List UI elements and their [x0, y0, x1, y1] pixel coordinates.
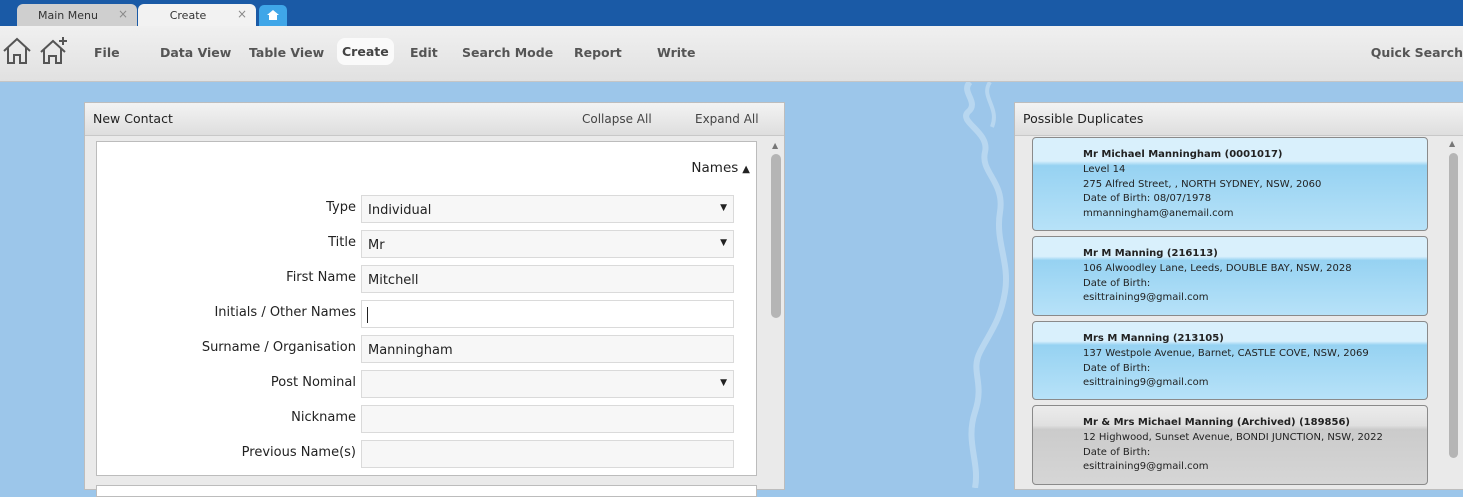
close-icon[interactable]: ×: [118, 7, 128, 21]
form-row-previous-names: Previous Name(s): [97, 440, 756, 470]
duplicate-line: 137 Westpole Avenue, Barnet, CASTLE COVE…: [1083, 347, 1369, 359]
quick-search[interactable]: Quick Search: [1371, 45, 1463, 60]
duplicate-line: mmanningham@anemail.com: [1083, 208, 1234, 220]
duplicate-line: Date of Birth:: [1083, 277, 1151, 289]
duplicate-line: esittraining9@gmail.com: [1083, 377, 1209, 389]
previous-names-input[interactable]: [361, 440, 734, 468]
duplicate-line: 12 Highwood, Sunset Avenue, BONDI JUNCTI…: [1083, 431, 1383, 443]
duplicate-line: Date of Birth:: [1083, 362, 1151, 374]
panel-title: New Contact: [93, 111, 173, 126]
surname-input[interactable]: Manningham: [361, 335, 734, 363]
panel-title: Possible Duplicates: [1023, 111, 1144, 126]
form-row-title: Title Mr ▼: [97, 230, 756, 260]
form-row-initials: Initials / Other Names: [97, 300, 756, 330]
panel-header: Possible Duplicates: [1015, 103, 1463, 136]
post-nominal-select[interactable]: ▼: [361, 370, 734, 398]
menu-create[interactable]: Create: [337, 38, 394, 65]
field-label: Title: [328, 235, 356, 250]
home-tab[interactable]: [259, 5, 287, 26]
duplicate-card-archived[interactable]: Mr & Mrs Michael Manning (Archived) (189…: [1032, 405, 1428, 485]
tab-create[interactable]: Create ×: [138, 4, 256, 26]
first-name-input[interactable]: Mitchell: [361, 265, 734, 293]
menu-bar: File Data View Table View Create Edit Se…: [0, 26, 1463, 82]
tab-bar: Main Menu × Create ×: [0, 0, 1463, 26]
home-tab-icon: [267, 10, 279, 20]
form-row-surname: Surname / Organisation Manningham: [97, 335, 756, 365]
duplicate-text: Mrs M Manning (213105) 137 Westpole Aven…: [1083, 332, 1369, 391]
field-label: Initials / Other Names: [214, 305, 356, 320]
section-title: Names: [691, 160, 739, 176]
next-section: [96, 485, 757, 497]
chevron-up-icon: ▲: [742, 164, 750, 175]
duplicate-line: Level 14: [1083, 163, 1126, 175]
title-select[interactable]: Mr ▼: [361, 230, 734, 258]
close-icon[interactable]: ×: [237, 7, 247, 21]
form-row-nickname: Nickname: [97, 405, 756, 435]
duplicate-card[interactable]: Mrs M Manning (213105) 137 Westpole Aven…: [1032, 321, 1428, 400]
menu-data-view[interactable]: Data View: [160, 45, 231, 60]
field-label: Nickname: [291, 410, 356, 425]
duplicate-text: Mr M Manning (216113) 106 Alwoodley Lane…: [1083, 247, 1352, 306]
collapse-all-button[interactable]: Collapse All: [582, 112, 652, 126]
new-contact-panel: New Contact Collapse All Expand All Name…: [84, 102, 785, 497]
panel-header: New Contact Collapse All Expand All: [85, 103, 784, 136]
duplicate-name: Mr M Manning (216113): [1083, 248, 1218, 259]
duplicate-line: esittraining9@gmail.com: [1083, 292, 1209, 304]
duplicate-line: Date of Birth:: [1083, 446, 1151, 458]
form-row-post-nominal: Post Nominal ▼: [97, 370, 756, 400]
dropdown-arrow-icon: ▼: [720, 378, 727, 388]
dropdown-arrow-icon: ▼: [720, 238, 727, 248]
form-row-first-name: First Name Mitchell: [97, 265, 756, 295]
duplicate-card[interactable]: Mr M Manning (216113) 106 Alwoodley Lane…: [1032, 236, 1428, 316]
field-value: Mitchell: [368, 273, 419, 288]
menu-write[interactable]: Write: [657, 45, 695, 60]
scrollbar-thumb[interactable]: [771, 154, 781, 318]
background-decoration: [963, 82, 1009, 488]
field-value: Individual: [368, 203, 432, 218]
names-section: Names ▲ Type Individual ▼ Title Mr ▼ Firs…: [96, 141, 757, 476]
field-label: Post Nominal: [270, 375, 356, 390]
duplicate-line: 106 Alwoodley Lane, Leeds, DOUBLE BAY, N…: [1083, 262, 1352, 274]
home-icon[interactable]: [2, 37, 32, 65]
duplicates-scrollbar[interactable]: ▲: [1447, 139, 1458, 489]
field-label: First Name: [286, 270, 356, 285]
menu-report[interactable]: Report: [574, 45, 622, 60]
scroll-up-icon[interactable]: ▲: [1449, 139, 1455, 148]
duplicate-name: Mrs M Manning (213105): [1083, 333, 1224, 344]
form-scrollbar[interactable]: ▲: [771, 141, 781, 489]
tab-main-menu[interactable]: Main Menu ×: [17, 4, 137, 26]
field-label: Surname / Organisation: [201, 340, 356, 355]
duplicate-line: 275 Alfred Street, , NORTH SYDNEY, NSW, …: [1083, 178, 1322, 190]
scrollbar-thumb[interactable]: [1449, 153, 1458, 458]
add-home-icon[interactable]: [39, 37, 69, 65]
duplicate-name: Mr Michael Manningham (0001017): [1083, 149, 1283, 160]
menu-table-view[interactable]: Table View: [249, 45, 324, 60]
duplicate-line: esittraining9@gmail.com: [1083, 461, 1209, 473]
menu-edit[interactable]: Edit: [410, 45, 438, 60]
type-select[interactable]: Individual ▼: [361, 195, 734, 223]
dropdown-arrow-icon: ▼: [720, 203, 727, 213]
nickname-input[interactable]: [361, 405, 734, 433]
field-label: Type: [326, 200, 356, 215]
home-icons: [2, 37, 72, 69]
form-row-type: Type Individual ▼: [97, 195, 756, 225]
tab-label: Main Menu: [38, 9, 98, 22]
duplicate-line: Date of Birth: 08/07/1978: [1083, 193, 1212, 205]
initials-input[interactable]: [361, 300, 734, 328]
scroll-up-icon[interactable]: ▲: [772, 141, 778, 150]
menu-file[interactable]: File: [94, 45, 120, 60]
duplicate-card[interactable]: Mr Michael Manningham (0001017) Level 14…: [1032, 137, 1428, 231]
section-toggle-names[interactable]: Names ▲: [691, 160, 750, 176]
duplicate-name: Mr & Mrs Michael Manning (Archived) (189…: [1083, 417, 1350, 428]
field-label: Previous Name(s): [241, 445, 356, 460]
field-value: Manningham: [368, 343, 453, 358]
possible-duplicates-panel: Possible Duplicates Mr Michael Manningha…: [1014, 102, 1463, 490]
duplicate-text: Mr Michael Manningham (0001017) Level 14…: [1083, 148, 1321, 222]
menu-search-mode[interactable]: Search Mode: [462, 45, 553, 60]
field-value: Mr: [368, 238, 385, 253]
text-cursor: [367, 307, 368, 323]
tab-label: Create: [169, 9, 207, 22]
duplicate-text: Mr & Mrs Michael Manning (Archived) (189…: [1083, 416, 1383, 475]
expand-all-button[interactable]: Expand All: [695, 112, 759, 126]
